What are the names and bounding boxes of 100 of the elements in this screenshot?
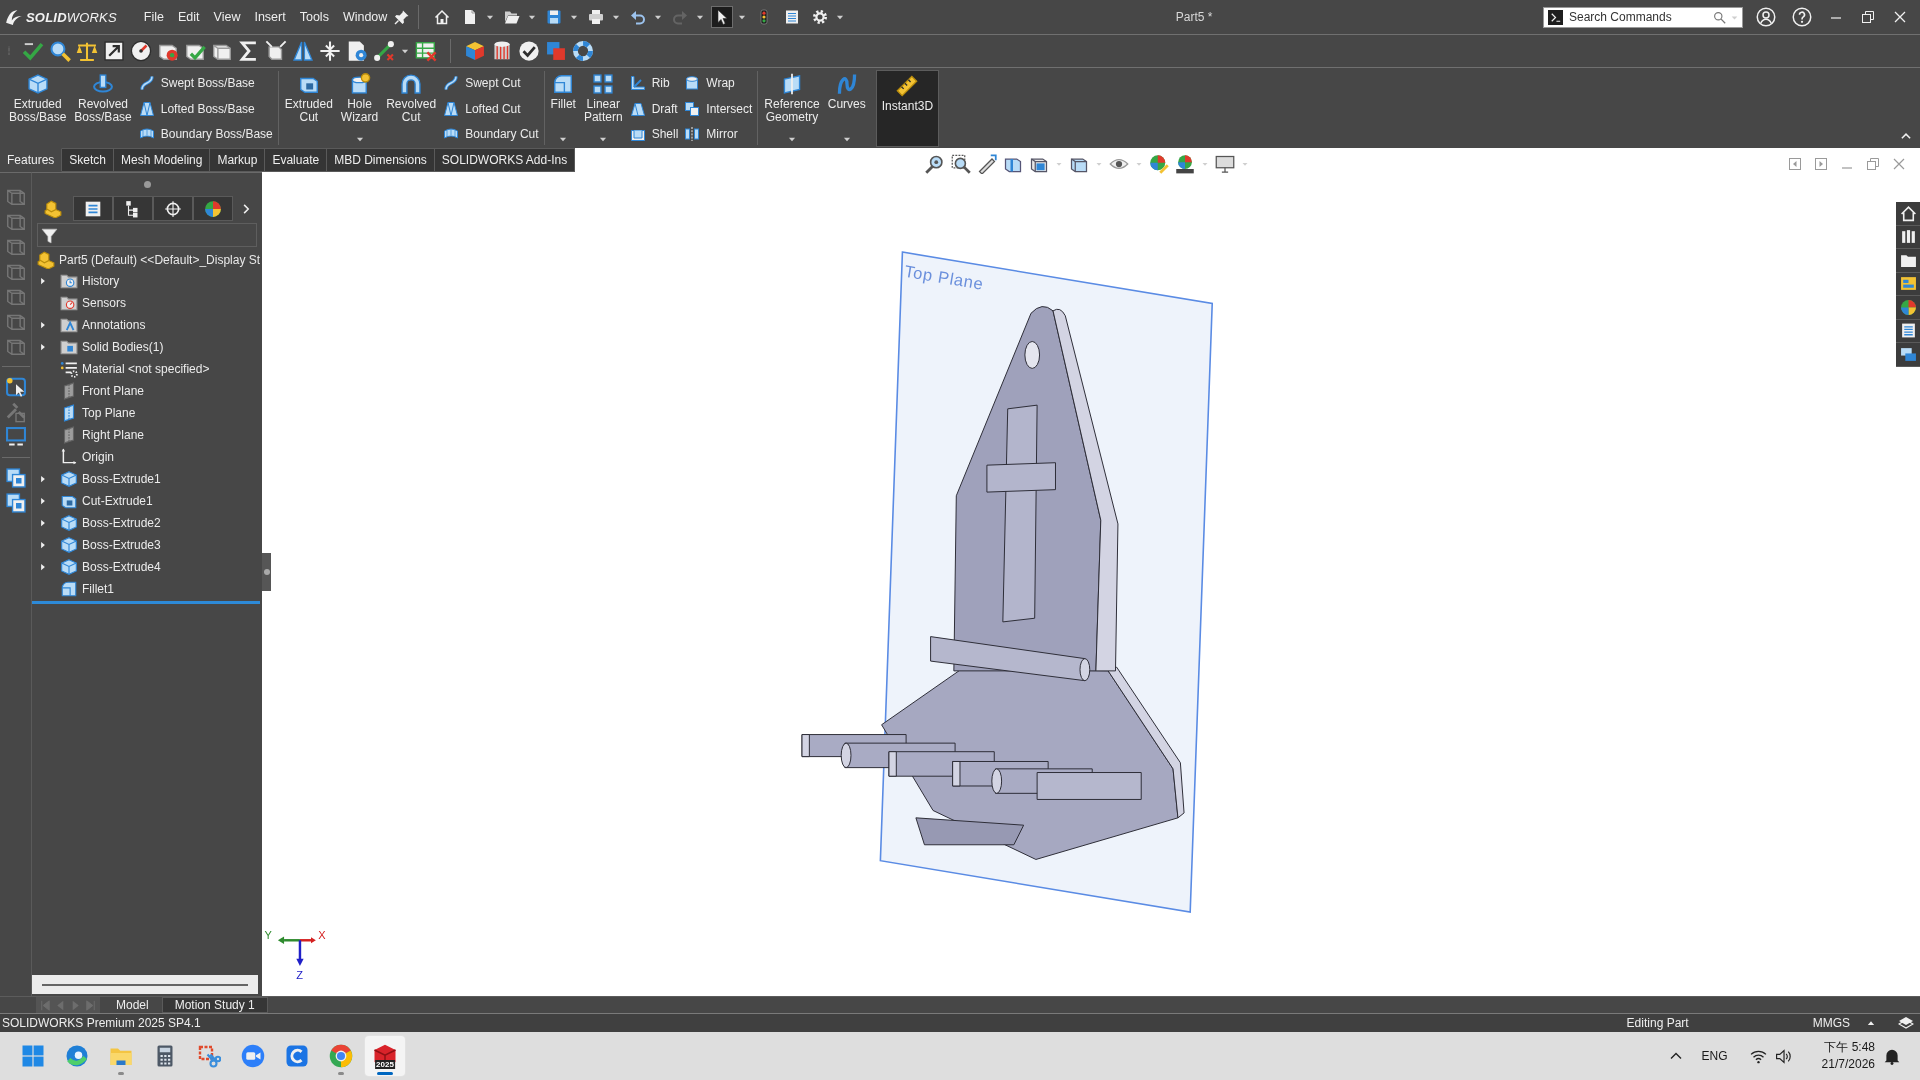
menu-item[interactable]: Edit bbox=[171, 7, 207, 27]
arrow-box-icon[interactable] bbox=[103, 40, 125, 62]
tree-item[interactable]: History bbox=[60, 272, 120, 290]
tree-item[interactable]: Annotations bbox=[60, 316, 146, 334]
tree-item[interactable]: Boss-Extrude2 bbox=[60, 514, 161, 532]
magnifier-icon[interactable] bbox=[49, 40, 71, 62]
tree-item[interactable]: Boss-Extrude3 bbox=[60, 536, 161, 554]
menu-item[interactable]: View bbox=[206, 7, 248, 27]
panel-tab[interactable] bbox=[73, 196, 113, 221]
video-circle-icon[interactable] bbox=[241, 1044, 265, 1068]
color-ball-scene-icon[interactable] bbox=[1175, 154, 1195, 174]
layered-squares-icon[interactable] bbox=[4, 492, 27, 514]
ribbon-button[interactable]: Wrap bbox=[684, 72, 753, 94]
tree-item[interactable]: Cut-Extrude1 bbox=[60, 492, 153, 510]
ribbon-button[interactable]: Swept Boss/Base bbox=[138, 72, 273, 94]
ribbon-tab[interactable]: Markup bbox=[210, 148, 266, 172]
ribbon-tab[interactable]: Mesh Modeling bbox=[114, 148, 211, 172]
panel-collapse-handle[interactable] bbox=[262, 553, 271, 591]
magnifier-box-icon[interactable] bbox=[951, 154, 971, 174]
ribbon-button[interactable]: Mirror bbox=[684, 123, 753, 145]
tree-item[interactable]: Boss-Extrude4 bbox=[60, 558, 161, 576]
ribbon-button[interactable]: Fillet bbox=[549, 68, 577, 111]
cylinder-stripes-icon[interactable] bbox=[491, 40, 513, 62]
speaker-icon[interactable] bbox=[1774, 1047, 1792, 1065]
ribbon-button[interactable]: Extruded Cut bbox=[283, 68, 334, 124]
ribbon-button[interactable]: Swept Cut bbox=[443, 72, 539, 94]
tricolor-ring-icon[interactable] bbox=[329, 1044, 353, 1068]
c-square-icon[interactable] bbox=[285, 1044, 309, 1068]
ribbon-button[interactable]: Revolved Boss/Base bbox=[73, 68, 133, 124]
tile-right-icon[interactable] bbox=[1813, 156, 1829, 172]
monitor-icon[interactable] bbox=[1215, 154, 1235, 174]
ribbon-button[interactable]: Extruded Boss/Base bbox=[8, 68, 68, 124]
ribbon-tab[interactable]: SOLIDWORKS Add-Ins bbox=[434, 148, 576, 172]
clock-time[interactable]: 下午 5:48 bbox=[1824, 1039, 1875, 1056]
scissors-crop-icon[interactable] bbox=[197, 1044, 221, 1068]
check-circle-icon[interactable] bbox=[518, 40, 540, 62]
search-field[interactable]: Search Commands bbox=[1543, 6, 1743, 28]
ribbon-button[interactable]: Shell bbox=[629, 123, 679, 145]
menu-item[interactable]: Insert bbox=[247, 7, 293, 27]
color-ball-pencil-icon[interactable] bbox=[1149, 154, 1169, 174]
chat-bubbles-icon[interactable] bbox=[1899, 345, 1917, 363]
life-ring-icon[interactable] bbox=[572, 40, 594, 62]
search-icon[interactable] bbox=[1713, 10, 1726, 24]
model-tab[interactable]: Motion Study 1 bbox=[161, 997, 268, 1013]
clock-date[interactable]: 21/7/2026 bbox=[1821, 1056, 1875, 1073]
ribbon-button[interactable]: Curves bbox=[826, 68, 867, 111]
tree-item[interactable]: Boss-Extrude1 bbox=[60, 470, 161, 488]
table-cross-icon[interactable] bbox=[415, 40, 437, 62]
tile-left-icon[interactable] bbox=[1787, 156, 1803, 172]
bell-icon[interactable] bbox=[1883, 1047, 1901, 1065]
cursor-icon[interactable] bbox=[711, 6, 734, 28]
triangle-split-icon[interactable] bbox=[292, 40, 314, 62]
menu-item[interactable]: Window bbox=[335, 7, 395, 27]
gauge-icon[interactable] bbox=[130, 40, 152, 62]
tree-item[interactable]: Sensors bbox=[60, 294, 127, 312]
horizontal-scrollbar[interactable] bbox=[32, 975, 258, 994]
tricolor-cube-icon[interactable] bbox=[464, 40, 486, 62]
ribbon-button[interactable]: Reference Geometry bbox=[763, 68, 821, 124]
ribbon-button[interactable]: Draft bbox=[629, 97, 679, 120]
tree-item[interactable]: Material <not specified> bbox=[60, 360, 210, 378]
tree-item[interactable]: Top Plane bbox=[60, 404, 136, 422]
splitter-handle[interactable] bbox=[143, 181, 151, 188]
cursor-panel-icon[interactable] bbox=[4, 376, 27, 398]
ribbon-button[interactable]: Lofted Cut bbox=[443, 97, 539, 120]
language-indicator[interactable]: ENG bbox=[1701, 1049, 1728, 1063]
menu-item[interactable]: Tools bbox=[292, 7, 336, 27]
ribbon-button[interactable]: Rib bbox=[629, 72, 679, 94]
tree-item[interactable]: Front Plane bbox=[60, 382, 145, 400]
pin-icon[interactable] bbox=[394, 9, 411, 25]
cube-lines-icon[interactable] bbox=[265, 40, 287, 62]
units-selector[interactable]: MMGS bbox=[1812, 1016, 1850, 1030]
home-outline-icon[interactable] bbox=[1899, 204, 1917, 222]
panel-tab[interactable] bbox=[153, 196, 193, 221]
scale-icon[interactable] bbox=[76, 40, 98, 62]
taskbar-app-button[interactable]: 2025 bbox=[365, 1036, 405, 1076]
arrows-to-line-icon[interactable] bbox=[319, 40, 341, 62]
tree-root[interactable]: Part5 (Default) <<Default>_Display St bbox=[32, 250, 262, 270]
ribbon-tab[interactable]: MBD Dimensions bbox=[327, 148, 435, 172]
layered-squares-icon[interactable] bbox=[4, 467, 27, 489]
windows-logo-icon[interactable] bbox=[21, 1044, 45, 1068]
restore-icon[interactable] bbox=[1860, 9, 1876, 25]
instant3d-button[interactable]: Instant3D bbox=[875, 70, 940, 147]
tree-item[interactable]: Fillet1 bbox=[60, 580, 114, 598]
square-pair-icon[interactable] bbox=[545, 40, 567, 62]
close-icon[interactable] bbox=[1892, 9, 1908, 25]
ribbon-button[interactable]: Intersect bbox=[684, 97, 753, 120]
ribbon-button[interactable]: Hole Wizard bbox=[339, 68, 380, 124]
ribbon-tab[interactable]: Sketch bbox=[62, 148, 115, 172]
tree-item[interactable]: Right Plane bbox=[60, 426, 145, 444]
ribbon-tab[interactable]: Evaluate bbox=[265, 148, 328, 172]
ribbon-button[interactable]: Boundary Cut bbox=[443, 123, 539, 145]
browser-swirl-icon[interactable] bbox=[65, 1044, 89, 1068]
color-ball-icon[interactable] bbox=[1899, 298, 1917, 316]
monitor-bars-icon[interactable] bbox=[4, 426, 27, 448]
check-mark-icon[interactable] bbox=[22, 40, 44, 62]
list-icon[interactable] bbox=[1899, 322, 1917, 340]
menu-item[interactable]: File bbox=[136, 7, 171, 27]
user-circle-icon[interactable] bbox=[1756, 7, 1776, 27]
panel-tab[interactable] bbox=[193, 196, 233, 221]
view-palette-icon[interactable] bbox=[1899, 275, 1917, 293]
